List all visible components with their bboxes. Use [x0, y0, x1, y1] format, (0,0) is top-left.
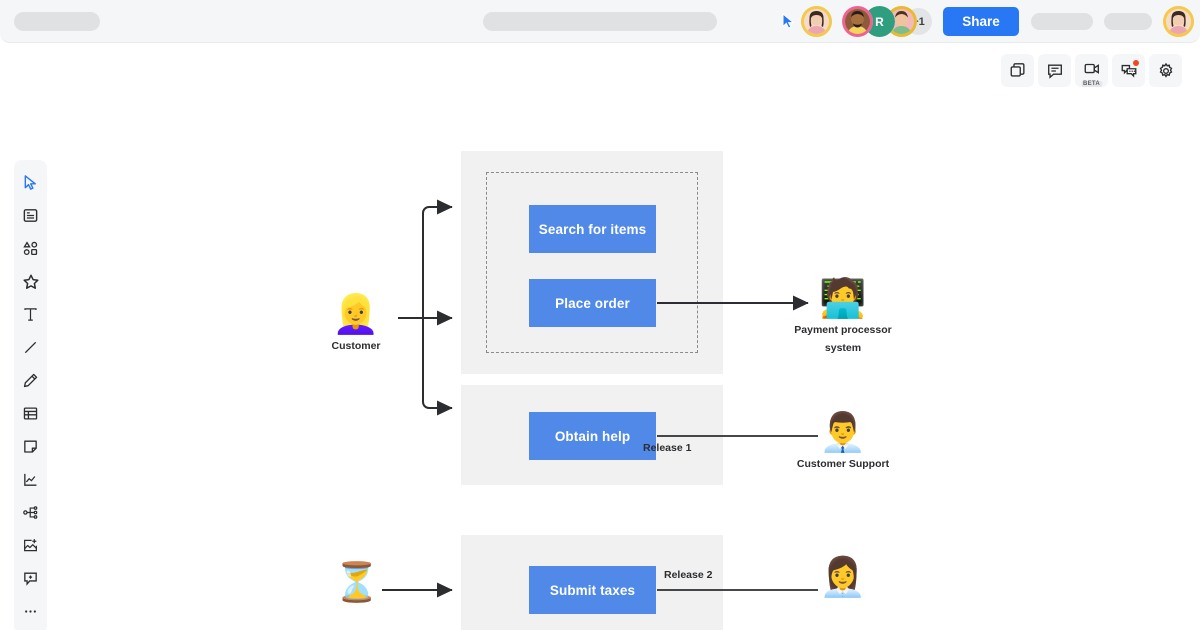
- video-beta-badge: BETA: [1080, 81, 1103, 87]
- hourglass-emoji-icon: ⏳: [333, 560, 381, 604]
- notification-dot: [1133, 60, 1139, 66]
- share-button[interactable]: Share: [943, 7, 1019, 36]
- toolbar-placeholder-right-one[interactable]: [1031, 13, 1093, 30]
- release-1-label: Release 1: [643, 442, 692, 454]
- video-icon[interactable]: BETA: [1075, 54, 1108, 87]
- story-card-obtain-help[interactable]: Obtain help: [529, 412, 656, 460]
- avatar[interactable]: [842, 6, 873, 37]
- story-card-search[interactable]: Search for items: [529, 205, 656, 253]
- actor-clerk[interactable]: 👩‍💼: [818, 555, 868, 599]
- gear-icon[interactable]: [1149, 54, 1182, 87]
- top-right-toolbar: BETA: [1001, 54, 1182, 87]
- actor-customer-label: Customer: [331, 340, 381, 352]
- story-card-submit-taxes[interactable]: Submit taxes: [529, 566, 656, 614]
- toolbar-placeholder-left[interactable]: [14, 12, 100, 31]
- avatar-initial-letter: R: [875, 14, 884, 29]
- board-canvas[interactable]: Search for items Place order Obtain help…: [0, 100, 1200, 630]
- avatar[interactable]: [801, 6, 832, 37]
- actor-customer-support-label: Customer Support: [796, 458, 890, 470]
- frames-icon[interactable]: [1001, 54, 1034, 87]
- release-2-label: Release 2: [664, 569, 713, 581]
- trigger-timer[interactable]: ⏳: [333, 560, 381, 604]
- customer-emoji-icon: 👱‍♀️: [332, 292, 380, 336]
- comment-icon[interactable]: [1038, 54, 1071, 87]
- actor-customer[interactable]: 👱‍♀️ Customer: [311, 292, 401, 354]
- office-worker-emoji-icon: 👨‍💼: [819, 410, 867, 454]
- user-avatar[interactable]: [1163, 6, 1194, 37]
- pointer-cursor-icon: [782, 12, 796, 29]
- actor-payment-processor-label: Payment processor system: [794, 324, 892, 354]
- board-title-placeholder[interactable]: [483, 12, 717, 31]
- toolbar-placeholder-right-two[interactable]: [1104, 13, 1152, 30]
- woman-office-worker-emoji-icon: 👩‍💼: [819, 555, 867, 599]
- chat-icon[interactable]: [1112, 54, 1145, 87]
- top-bar: R +1 Share: [0, 0, 1200, 43]
- app-root: R +1 Share BETA Search for items Place o…: [0, 0, 1200, 630]
- story-card-place-order[interactable]: Place order: [529, 279, 656, 327]
- actor-customer-support[interactable]: 👨‍💼 Customer Support: [793, 410, 893, 472]
- technologist-emoji-icon: 🧑‍💻: [819, 276, 867, 320]
- actor-payment-processor[interactable]: 🧑‍💻 Payment processor system: [788, 276, 898, 356]
